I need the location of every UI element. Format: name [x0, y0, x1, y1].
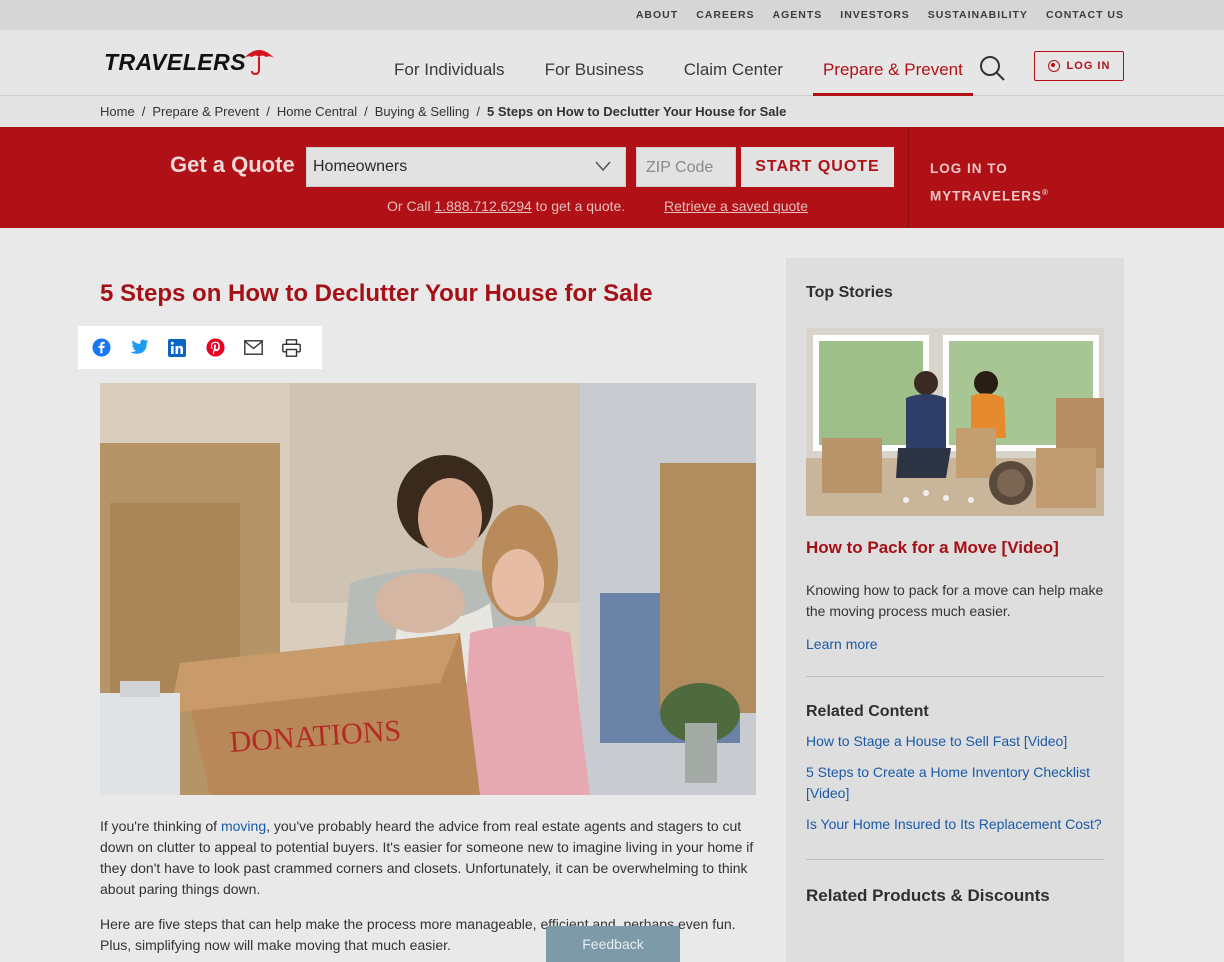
top-stories-heading: Top Stories	[806, 284, 893, 301]
chevron-down-icon	[595, 161, 611, 172]
main-nav: For Individuals For Business Claim Cente…	[394, 30, 1003, 96]
search-icon[interactable]	[978, 54, 1006, 82]
linkedin-icon[interactable]	[167, 338, 187, 358]
story-image[interactable]	[806, 328, 1104, 516]
login-label: LOG IN	[1066, 60, 1111, 72]
related-products-heading: Related Products & Discounts	[806, 886, 1050, 905]
divider	[908, 127, 909, 228]
story-title-link[interactable]: How to Pack for a Move [Video]	[806, 538, 1104, 558]
divider	[806, 859, 1104, 860]
nav-prepare-prevent[interactable]: Prepare & Prevent	[812, 30, 973, 96]
nav-for-business[interactable]: For Business	[545, 30, 644, 96]
email-icon[interactable]	[243, 338, 263, 358]
utility-sustainability-link[interactable]: SUSTAINABILITY	[928, 9, 1028, 21]
utility-careers-link[interactable]: CAREERS	[696, 9, 754, 21]
product-select-value: Homeowners	[313, 158, 408, 175]
utility-about-link[interactable]: ABOUT	[636, 9, 678, 21]
related-link[interactable]: Is Your Home Insured to Its Replacement …	[806, 814, 1104, 835]
utility-nav: ABOUT CAREERS AGENTS INVESTORS SUSTAINAB…	[0, 0, 1224, 30]
breadcrumb-buying-selling[interactable]: Buying & Selling	[375, 104, 470, 119]
nav-claim-center[interactable]: Claim Center	[684, 30, 783, 96]
product-select[interactable]: Homeowners	[306, 147, 626, 187]
breadcrumb-home-central[interactable]: Home Central	[277, 104, 357, 119]
quote-title: Get a Quote	[170, 152, 295, 177]
facebook-icon[interactable]	[91, 338, 111, 358]
related-link[interactable]: 5 Steps to Create a Home Inventory Check…	[806, 762, 1104, 804]
related-list: How to Stage a House to Sell Fast [Video…	[806, 731, 1104, 835]
divider	[806, 676, 1104, 677]
learn-more-link[interactable]: Learn more	[806, 636, 1104, 652]
utility-agents-link[interactable]: AGENTS	[773, 9, 823, 21]
breadcrumb-home[interactable]: Home	[100, 104, 135, 119]
utility-investors-link[interactable]: INVESTORS	[840, 9, 910, 21]
paragraph-1: If you're thinking of moving, you've pro…	[100, 818, 754, 897]
article: 5 Steps on How to Declutter Your House f…	[78, 280, 756, 953]
breadcrumb-prepare-prevent[interactable]: Prepare & Prevent	[152, 104, 259, 119]
utility-contact-link[interactable]: CONTACT US	[1046, 9, 1124, 21]
breadcrumb-current: 5 Steps on How to Declutter Your House f…	[487, 104, 787, 119]
article-title: 5 Steps on How to Declutter Your House f…	[100, 280, 653, 307]
start-quote-button[interactable]: START QUOTE	[741, 147, 894, 187]
quote-band: Get a Quote Homeowners ZIP Code START QU…	[0, 127, 1224, 228]
phone-link[interactable]: 1.888.712.6294	[434, 198, 531, 214]
umbrella-icon	[244, 50, 275, 76]
login-mytravelers-link[interactable]: LOG IN TO MYTRAVELERS®	[930, 157, 1049, 209]
moving-link[interactable]: moving	[221, 818, 266, 834]
hero-illustration: DONATIONS	[100, 383, 756, 795]
travelers-logo[interactable]: TRAVELERS	[104, 44, 276, 76]
print-icon[interactable]	[281, 338, 301, 358]
related-content-heading: Related Content	[806, 703, 929, 720]
hero-image: DONATIONS	[100, 383, 756, 795]
breadcrumb: Home / Prepare & Prevent / Home Central / B…	[0, 96, 1224, 127]
call-text: Or Call 1.888.712.6294 to get a quote.	[387, 198, 626, 214]
logo-wordmark: TRAVELERS	[104, 49, 247, 75]
feedback-button[interactable]: Feedback	[546, 926, 680, 962]
story-illustration	[806, 328, 1104, 516]
zip-code-input[interactable]: ZIP Code	[636, 147, 736, 187]
user-icon	[1047, 60, 1060, 72]
retrieve-quote-link[interactable]: Retrieve a saved quote	[664, 198, 808, 214]
story-description: Knowing how to pack for a move can help …	[806, 582, 1104, 619]
login-button[interactable]: LOG IN	[1034, 51, 1124, 81]
share-bar	[78, 326, 322, 369]
sidebar: Top Stories How to Pack for a Move [Vide…	[786, 258, 1124, 962]
site-header: TRAVELERS For Individuals For Business C…	[0, 30, 1224, 96]
related-link[interactable]: How to Stage a House to Sell Fast [Video…	[806, 731, 1104, 752]
nav-for-individuals[interactable]: For Individuals	[394, 30, 505, 96]
twitter-icon[interactable]	[129, 338, 149, 358]
pinterest-icon[interactable]	[205, 338, 225, 358]
